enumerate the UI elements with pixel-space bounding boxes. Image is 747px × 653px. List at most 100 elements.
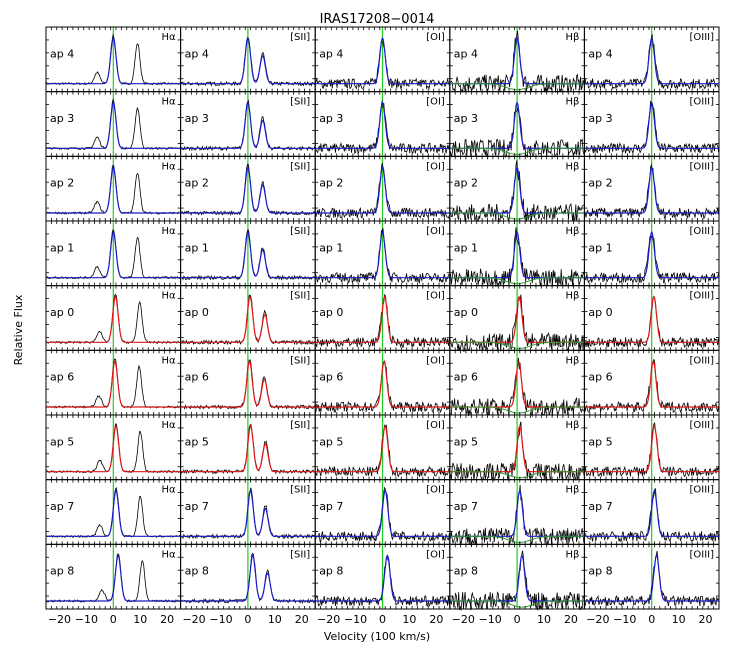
line-label: Hβ bbox=[565, 485, 579, 496]
x-tick-label: −20 bbox=[48, 613, 71, 626]
line-label: [OI] bbox=[426, 226, 445, 237]
line-label: Hα bbox=[161, 420, 176, 431]
aperture-label: ap 4 bbox=[185, 47, 209, 60]
aperture-label: ap 5 bbox=[185, 435, 209, 448]
aperture-label: ap 8 bbox=[185, 565, 209, 578]
aperture-label: ap 0 bbox=[319, 306, 343, 319]
x-tick-label: −20 bbox=[182, 613, 205, 626]
line-label: [OI] bbox=[426, 549, 445, 560]
aperture-label: ap 5 bbox=[319, 435, 343, 448]
line-label: [OIII] bbox=[689, 485, 714, 496]
x-tick-label: 0 bbox=[379, 613, 386, 626]
x-tick-label: −20 bbox=[317, 613, 340, 626]
aperture-label: ap 4 bbox=[588, 47, 612, 60]
aperture-label: ap 6 bbox=[319, 371, 343, 384]
aperture-label: ap 0 bbox=[185, 306, 209, 319]
line-label: [OIII] bbox=[689, 420, 714, 431]
aperture-label: ap 8 bbox=[588, 565, 612, 578]
aperture-label: ap 7 bbox=[185, 500, 209, 513]
line-label: [OIII] bbox=[689, 161, 714, 172]
aperture-label: ap 6 bbox=[588, 371, 612, 384]
aperture-label: ap 3 bbox=[50, 112, 74, 125]
aperture-label: ap 8 bbox=[319, 565, 343, 578]
line-label: Hβ bbox=[565, 32, 579, 43]
line-label: [SII] bbox=[290, 420, 310, 431]
line-label: [OI] bbox=[426, 291, 445, 302]
x-tick-label: −20 bbox=[452, 613, 475, 626]
line-label: Hα bbox=[161, 549, 176, 560]
spectra-figure: IRAS17208−0014 Relative Flux Velocity (1… bbox=[12, 12, 720, 643]
x-tick-label: 0 bbox=[110, 613, 117, 626]
aperture-label: ap 2 bbox=[319, 177, 343, 190]
aperture-label: ap 5 bbox=[454, 435, 478, 448]
aperture-label: ap 1 bbox=[319, 241, 343, 254]
line-label: [SII] bbox=[290, 355, 310, 366]
aperture-label: ap 7 bbox=[588, 500, 612, 513]
line-label: Hβ bbox=[565, 97, 579, 108]
aperture-label: ap 2 bbox=[454, 177, 478, 190]
line-label: Hα bbox=[161, 97, 176, 108]
aperture-label: ap 7 bbox=[454, 500, 478, 513]
x-tick-labels: −20 −10 0 10 20 −20 −10 0 10 20 −20 −10 0 10 20 −20 −10 0… bbox=[48, 613, 713, 626]
x-tick-label: 20 bbox=[160, 613, 174, 626]
aperture-label: ap 4 bbox=[454, 47, 478, 60]
line-label: [OIII] bbox=[689, 97, 714, 108]
aperture-label: ap 8 bbox=[454, 565, 478, 578]
line-label: [SII] bbox=[290, 549, 310, 560]
line-label: Hβ bbox=[565, 226, 579, 237]
aperture-label: ap 7 bbox=[319, 500, 343, 513]
aperture-label: ap 1 bbox=[588, 241, 612, 254]
line-label: Hβ bbox=[565, 161, 579, 172]
line-label: Hα bbox=[161, 161, 176, 172]
x-tick-label: −10 bbox=[75, 613, 98, 626]
x-tick-label: −10 bbox=[479, 613, 502, 626]
x-tick-label: 0 bbox=[244, 613, 251, 626]
line-label: Hα bbox=[161, 226, 176, 237]
line-label: [OIII] bbox=[689, 291, 714, 302]
line-label: [OI] bbox=[426, 485, 445, 496]
line-label: [SII] bbox=[290, 97, 310, 108]
aperture-label: ap 3 bbox=[185, 112, 209, 125]
x-tick-label: 20 bbox=[429, 613, 443, 626]
x-tick-label: 10 bbox=[268, 613, 282, 626]
line-label: Hβ bbox=[565, 549, 579, 560]
line-label: [OIII] bbox=[689, 226, 714, 237]
aperture-label: ap 0 bbox=[588, 306, 612, 319]
line-label: Hβ bbox=[565, 355, 579, 366]
line-label: Hα bbox=[161, 32, 176, 43]
aperture-label: ap 4 bbox=[319, 47, 343, 60]
aperture-label: ap 2 bbox=[588, 177, 612, 190]
line-label: [OI] bbox=[426, 97, 445, 108]
line-label: [OI] bbox=[426, 420, 445, 431]
line-label: Hα bbox=[161, 291, 176, 302]
x-axis-label: Velocity (100 km/s) bbox=[324, 630, 430, 643]
x-tick-label: 20 bbox=[699, 613, 713, 626]
aperture-label: ap 6 bbox=[50, 371, 74, 384]
x-tick-label: −10 bbox=[613, 613, 636, 626]
line-label: Hα bbox=[161, 485, 176, 496]
x-tick-label: 10 bbox=[537, 613, 551, 626]
aperture-label: ap 3 bbox=[319, 112, 343, 125]
x-tick-label: −20 bbox=[586, 613, 609, 626]
line-label: [OI] bbox=[426, 32, 445, 43]
aperture-label: ap 1 bbox=[50, 241, 74, 254]
x-tick-label: 20 bbox=[564, 613, 578, 626]
aperture-label: ap 2 bbox=[50, 177, 74, 190]
line-label: [OIII] bbox=[689, 549, 714, 560]
aperture-label: ap 0 bbox=[50, 306, 74, 319]
line-label: [SII] bbox=[290, 32, 310, 43]
line-label: Hα bbox=[161, 355, 176, 366]
aperture-label: ap 8 bbox=[50, 565, 74, 578]
x-tick-label: 0 bbox=[514, 613, 521, 626]
line-label: Hβ bbox=[565, 291, 579, 302]
x-tick-label: 10 bbox=[133, 613, 147, 626]
line-label: [SII] bbox=[290, 161, 310, 172]
y-axis-label: Relative Flux bbox=[12, 294, 25, 365]
line-label: [OI] bbox=[426, 355, 445, 366]
x-tick-label: 10 bbox=[672, 613, 686, 626]
aperture-label: ap 0 bbox=[454, 306, 478, 319]
aperture-label: ap 6 bbox=[185, 371, 209, 384]
line-label: [OI] bbox=[426, 161, 445, 172]
line-label: Hβ bbox=[565, 420, 579, 431]
x-tick-label: −10 bbox=[344, 613, 367, 626]
